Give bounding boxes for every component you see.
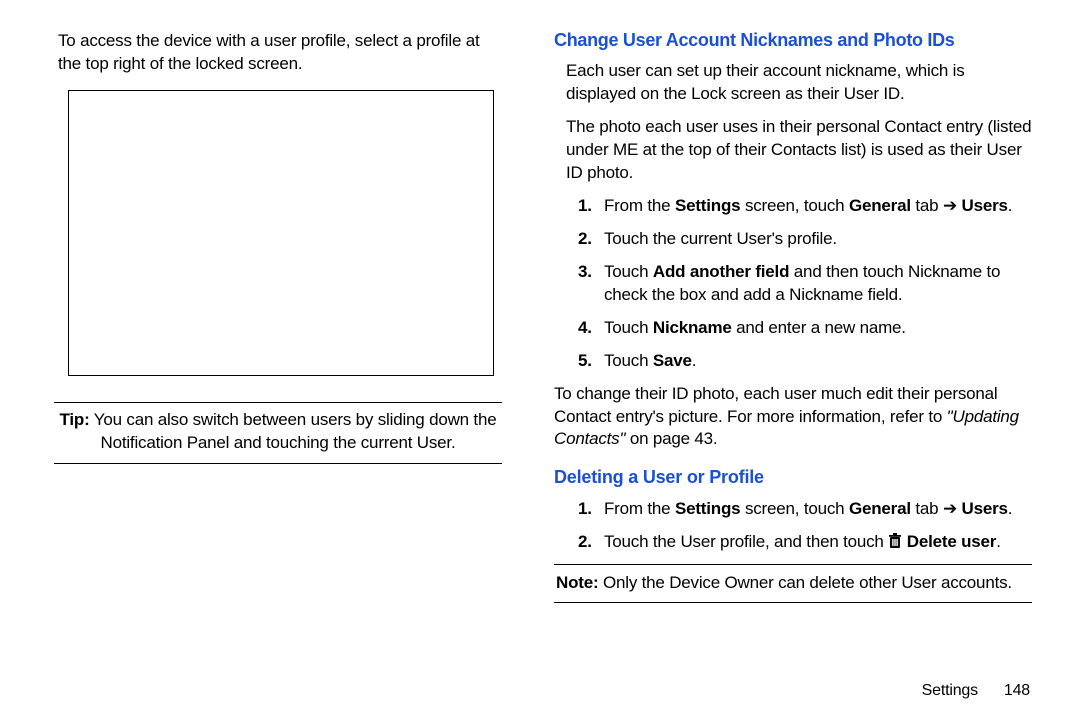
step-3: Touch Add another field and then touch N…	[582, 261, 1032, 307]
heading-delete-user: Deleting a User or Profile	[554, 465, 1032, 489]
intro-paragraph: To access the device with a user profile…	[58, 30, 496, 76]
step-2: Touch the User profile, and then touch D…	[582, 531, 1032, 554]
page-number: 148	[1004, 682, 1030, 699]
tip-label: Tip:	[60, 410, 90, 429]
right-column: Change User Account Nicknames and Photo …	[554, 28, 1032, 700]
steps-delete-user: From the Settings screen, touch General …	[582, 498, 1032, 554]
note-body: Only the Device Owner can delete other U…	[598, 573, 1011, 592]
footer-section: Settings	[922, 682, 978, 699]
step-1: From the Settings screen, touch General …	[582, 498, 1032, 521]
heading-change-nickname: Change User Account Nicknames and Photo …	[554, 28, 1032, 52]
tip-body: You can also switch between users by sli…	[90, 410, 497, 452]
arrow-icon: ➔	[943, 499, 957, 518]
page-footer: Settings 148	[922, 680, 1030, 702]
left-column: To access the device with a user profile…	[48, 28, 508, 700]
tip-block: Tip: You can also switch between users b…	[54, 402, 502, 464]
para-id-photo: To change their ID photo, each user much…	[554, 383, 1032, 452]
para-nickname-1: Each user can set up their account nickn…	[566, 60, 1032, 106]
steps-change-nickname: From the Settings screen, touch General …	[582, 195, 1032, 373]
para-nickname-2: The photo each user uses in their person…	[566, 116, 1032, 185]
note-block: Note: Only the Device Owner can delete o…	[554, 564, 1032, 603]
trash-icon	[888, 533, 902, 549]
manual-page: To access the device with a user profile…	[48, 28, 1032, 700]
step-4: Touch Nickname and enter a new name.	[582, 317, 1032, 340]
note-label: Note:	[556, 573, 598, 592]
step-2: Touch the current User's profile.	[582, 228, 1032, 251]
step-5: Touch Save.	[582, 350, 1032, 373]
arrow-icon: ➔	[943, 196, 957, 215]
screenshot-placeholder	[68, 90, 494, 376]
step-1: From the Settings screen, touch General …	[582, 195, 1032, 218]
